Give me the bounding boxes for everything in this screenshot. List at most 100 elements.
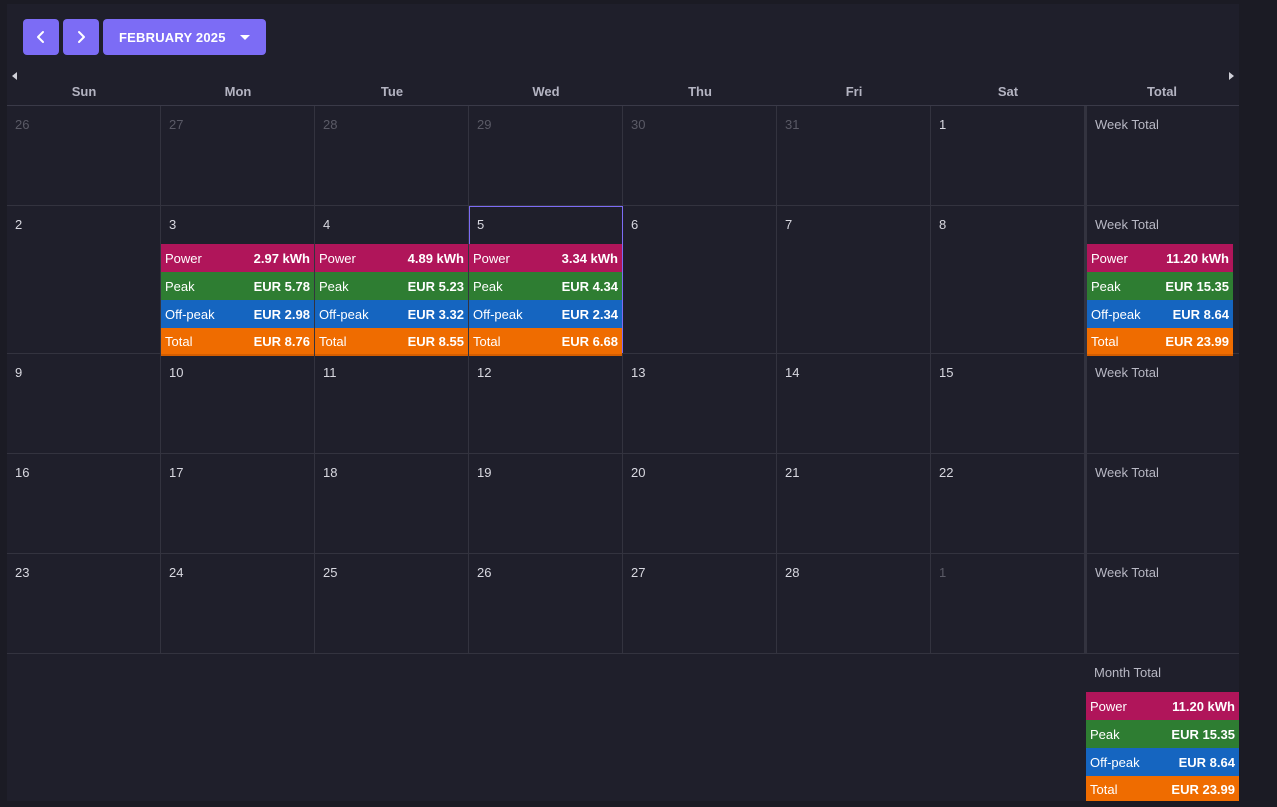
day-cell[interactable]: 28	[315, 106, 469, 205]
day-cell[interactable]: 16	[7, 454, 161, 553]
stat-value: EUR 8.76	[253, 333, 310, 349]
stat-row-offpeak: Off-peak EUR 2.98	[161, 300, 314, 328]
day-number: 18	[323, 465, 338, 480]
header-total: Total	[1146, 84, 1178, 99]
day-cell[interactable]: 1	[931, 554, 1087, 653]
day-cell[interactable]: 5 Power 3.34 kWh Peak EUR 4.34 Off-peak EUR 2.…	[469, 206, 623, 356]
calendar-app: FEBRUARY 2025 Sun Mon Tue Wed Thu Fri Sat Total…	[7, 4, 1239, 801]
stat-row-peak: Peak EUR 5.78	[161, 272, 314, 300]
scroll-left-icon[interactable]	[12, 72, 17, 80]
stat-label: Peak	[473, 278, 503, 294]
day-number: 27	[631, 565, 646, 580]
header-sat: Sat	[997, 84, 1019, 99]
month-picker-button[interactable]: FEBRUARY 2025	[103, 19, 266, 55]
day-cell[interactable]: 27	[161, 106, 315, 205]
stat-value: EUR 8.55	[407, 333, 464, 349]
day-cell[interactable]: 30	[623, 106, 777, 205]
next-month-button[interactable]	[63, 19, 99, 55]
stat-label: Off-peak	[1090, 754, 1140, 770]
month-label: FEBRUARY 2025	[119, 29, 226, 45]
day-number: 9	[15, 365, 23, 380]
day-cell[interactable]: 23	[7, 554, 161, 653]
stat-row-total: Total EUR 23.99	[1087, 328, 1233, 356]
day-cell[interactable]: 4 Power 4.89 kWh Peak EUR 5.23 Off-peak EUR 3.…	[315, 206, 469, 356]
stat-value: 3.34 kWh	[561, 250, 618, 266]
month-total-cell: Month Total Power 11.20 kWh Peak EUR 15.35 Of…	[1086, 654, 1239, 801]
day-cell[interactable]: 24	[161, 554, 315, 653]
day-cell[interactable]: 8	[931, 206, 1087, 353]
day-cell[interactable]: 1	[931, 106, 1087, 205]
day-number: 1	[939, 565, 947, 580]
day-cell[interactable]: 15	[931, 354, 1087, 453]
stat-value: EUR 8.64	[1172, 306, 1229, 322]
day-cell[interactable]: 7	[777, 206, 931, 353]
day-cell[interactable]: 9	[7, 354, 161, 453]
day-cell[interactable]: 3 Power 2.97 kWh Peak EUR 5.78 Off-peak EUR 2.…	[161, 206, 315, 356]
stat-value: EUR 23.99	[1171, 781, 1235, 797]
day-cell[interactable]: 2	[7, 206, 161, 353]
day-cell[interactable]: 18	[315, 454, 469, 553]
day-cell[interactable]: 29	[469, 106, 623, 205]
stat-value: 11.20 kWh	[1166, 250, 1229, 266]
stats-block: Power 4.89 kWh Peak EUR 5.23 Off-peak EUR 3.3…	[315, 244, 468, 356]
stat-label: Power	[1091, 250, 1128, 266]
stats-block: Power 11.20 kWh Peak EUR 15.35 Off-peak EUR 8…	[1087, 244, 1233, 356]
stat-label: Total	[319, 333, 347, 349]
day-number: 22	[939, 465, 954, 480]
day-cell[interactable]: 28	[777, 554, 931, 653]
stat-row-total: Total EUR 23.99	[1086, 776, 1239, 801]
day-cell[interactable]: 21	[777, 454, 931, 553]
header-thu: Thu	[688, 84, 712, 99]
day-cell[interactable]: 12	[469, 354, 623, 453]
day-cell[interactable]: 17	[161, 454, 315, 553]
day-cell[interactable]: 26	[7, 106, 161, 205]
week-total-label: Week Total	[1095, 365, 1159, 380]
stat-row-peak: Peak EUR 4.34	[469, 272, 622, 300]
week-total-cell: Week Total	[1087, 454, 1233, 553]
day-cell[interactable]: 27	[623, 554, 777, 653]
day-number: 19	[477, 465, 492, 480]
day-cell[interactable]: 20	[623, 454, 777, 553]
day-cell[interactable]: 14	[777, 354, 931, 453]
scroll-right-icon[interactable]	[1229, 72, 1234, 80]
stats-block: Power 3.34 kWh Peak EUR 4.34 Off-peak EUR 2.3…	[469, 244, 622, 356]
week-row: 2 3 Power 2.97 kWh Peak EUR 5.78 Off-peak EUR 2…	[7, 206, 1239, 356]
stats-block: Power 11.20 kWh Peak EUR 15.35 Off-peak EUR 8…	[1086, 692, 1239, 801]
stat-value: EUR 2.98	[253, 306, 310, 322]
stat-label: Total	[473, 333, 501, 349]
stat-row-peak: Peak EUR 15.35	[1086, 720, 1239, 748]
day-cell[interactable]: 10	[161, 354, 315, 453]
prev-month-button[interactable]	[23, 19, 59, 55]
stat-row-total: Total EUR 8.55	[315, 328, 468, 356]
month-spacer	[7, 654, 1086, 801]
week-total-cell: Week Total	[1087, 554, 1233, 653]
month-total-label: Month Total	[1094, 665, 1161, 680]
stat-value: EUR 15.35	[1171, 726, 1235, 742]
stat-value: EUR 5.78	[253, 278, 310, 294]
stat-row-total: Total EUR 6.68	[469, 328, 622, 356]
stat-row-offpeak: Off-peak EUR 8.64	[1086, 748, 1239, 776]
day-cell[interactable]: 19	[469, 454, 623, 553]
stat-label: Power	[319, 250, 356, 266]
stat-row-offpeak: Off-peak EUR 8.64	[1087, 300, 1233, 328]
day-cell[interactable]: 26	[469, 554, 623, 653]
day-cell[interactable]: 22	[931, 454, 1087, 553]
day-cell[interactable]: 31	[777, 106, 931, 205]
week-row: 9 10 11 12 13 14 15 Week Total	[7, 354, 1239, 454]
day-number: 14	[785, 365, 800, 380]
header-fri: Fri	[845, 84, 863, 99]
day-number: 25	[323, 565, 338, 580]
day-number: 10	[169, 365, 184, 380]
day-number: 28	[785, 565, 800, 580]
day-number: 4	[323, 217, 331, 232]
day-cell[interactable]: 13	[623, 354, 777, 453]
day-number: 30	[631, 117, 646, 132]
week-total-label: Week Total	[1095, 217, 1159, 232]
day-cell[interactable]: 6	[623, 206, 777, 353]
header-sun: Sun	[71, 84, 97, 99]
day-cell[interactable]: 25	[315, 554, 469, 653]
stat-row-peak: Peak EUR 5.23	[315, 272, 468, 300]
day-cell[interactable]: 11	[315, 354, 469, 453]
day-number: 12	[477, 365, 492, 380]
day-number: 21	[785, 465, 800, 480]
